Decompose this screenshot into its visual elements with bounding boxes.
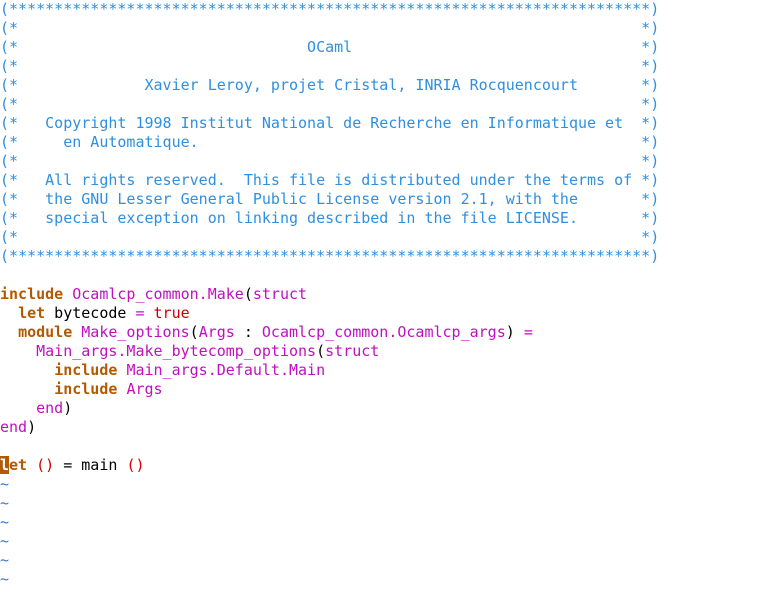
code-line[interactable]: include Main_args.Default.Main xyxy=(0,361,782,380)
comment-text: (* Xavier Leroy, projet Cristal, INRIA R… xyxy=(0,76,660,94)
keyword-token: module xyxy=(18,323,73,341)
code-line[interactable]: include Args xyxy=(0,380,782,399)
code-line[interactable]: (* All rights reserved. This file is dis… xyxy=(0,171,782,190)
keyword-token: et xyxy=(9,456,28,474)
code-token: struct xyxy=(252,285,308,303)
code-token: end xyxy=(0,418,28,436)
code-token: ) xyxy=(505,323,524,341)
code-token: : xyxy=(234,323,262,341)
code-token: ( xyxy=(243,285,253,303)
code-line[interactable]: ~ xyxy=(0,513,782,532)
comment-text: (* *) xyxy=(0,228,660,246)
code-token: ( xyxy=(316,342,326,360)
comment-text: (***************************************… xyxy=(0,247,660,265)
code-token: Ocamlcp_common.Ocamlcp_args xyxy=(261,323,506,341)
code-token: Args xyxy=(126,380,163,398)
code-token: () xyxy=(126,456,145,474)
empty-line-marker: ~ xyxy=(0,475,10,493)
comment-text: (* *) xyxy=(0,95,660,113)
code-token: ) xyxy=(63,399,73,417)
code-token: Main_args.Default.Main xyxy=(126,361,326,379)
code-token: = xyxy=(523,323,533,341)
code-line[interactable]: (* *) xyxy=(0,95,782,114)
code-token: bytecode xyxy=(45,304,136,322)
code-line[interactable]: (* Copyright 1998 Institut National de R… xyxy=(0,114,782,133)
code-line[interactable]: ~ xyxy=(0,475,782,494)
code-token: () xyxy=(36,456,55,474)
comment-text: (***************************************… xyxy=(0,0,660,18)
empty-line-marker: ~ xyxy=(0,513,10,531)
comment-text: (* special exception on linking describe… xyxy=(0,209,660,227)
code-line[interactable]: (***************************************… xyxy=(0,0,782,19)
code-editor[interactable]: (***************************************… xyxy=(0,0,782,597)
code-line[interactable]: ~ xyxy=(0,494,782,513)
comment-text: (* en Automatique. *) xyxy=(0,133,660,151)
code-line[interactable]: include Ocamlcp_common.Make(struct xyxy=(0,285,782,304)
code-token: struct xyxy=(325,342,380,360)
code-line[interactable]: ~ xyxy=(0,532,782,551)
code-line[interactable]: (* en Automatique. *) xyxy=(0,133,782,152)
code-token: = main xyxy=(54,456,127,474)
empty-line-marker: ~ xyxy=(0,570,10,588)
comment-text: (* All rights reserved. This file is dis… xyxy=(0,171,660,189)
code-line[interactable]: (* special exception on linking describe… xyxy=(0,209,782,228)
code-token: end xyxy=(36,399,64,417)
comment-text: (* OCaml *) xyxy=(0,38,660,56)
code-token: Make_options xyxy=(81,323,190,341)
code-line[interactable]: (* *) xyxy=(0,57,782,76)
code-line[interactable]: (* Xavier Leroy, projet Cristal, INRIA R… xyxy=(0,76,782,95)
comment-text: (* the GNU Lesser General Public License… xyxy=(0,190,660,208)
comment-text: (* *) xyxy=(0,57,660,75)
code-line[interactable]: (* *) xyxy=(0,152,782,171)
comment-text: (* Copyright 1998 Institut National de R… xyxy=(0,114,660,132)
empty-line-marker: ~ xyxy=(0,532,10,550)
empty-line-marker: ~ xyxy=(0,551,10,569)
code-line[interactable]: (* *) xyxy=(0,228,782,247)
comment-text: (* *) xyxy=(0,19,660,37)
code-line[interactable]: let () = main () xyxy=(0,456,782,475)
code-token: Ocamlcp_common.Make xyxy=(72,285,244,303)
code-line[interactable]: end) xyxy=(0,418,782,437)
code-token: true xyxy=(153,304,190,322)
keyword-token: include xyxy=(54,361,118,379)
keyword-token: let xyxy=(18,304,46,322)
code-line[interactable] xyxy=(0,266,782,285)
code-line[interactable]: let bytecode = true xyxy=(0,304,782,323)
text-cursor: l xyxy=(0,456,10,474)
keyword-token: include xyxy=(0,285,64,303)
code-line[interactable]: ~ xyxy=(0,570,782,589)
code-token: Args xyxy=(198,323,235,341)
code-line[interactable]: Main_args.Make_bytecomp_options(struct xyxy=(0,342,782,361)
code-line[interactable]: end) xyxy=(0,399,782,418)
code-token: Main_args.Make_bytecomp_options xyxy=(36,342,317,360)
code-line[interactable]: module Make_options(Args : Ocamlcp_commo… xyxy=(0,323,782,342)
code-line[interactable]: ~ xyxy=(0,551,782,570)
code-token: = xyxy=(135,304,145,322)
keyword-token: include xyxy=(54,380,118,398)
code-line[interactable]: (* the GNU Lesser General Public License… xyxy=(0,190,782,209)
empty-line-marker: ~ xyxy=(0,494,10,512)
code-token: ) xyxy=(27,418,37,436)
code-line[interactable]: (* *) xyxy=(0,19,782,38)
code-line[interactable]: (* OCaml *) xyxy=(0,38,782,57)
code-line[interactable] xyxy=(0,437,782,456)
code-token: ( xyxy=(189,323,199,341)
code-line[interactable]: (***************************************… xyxy=(0,247,782,266)
comment-text: (* *) xyxy=(0,152,660,170)
